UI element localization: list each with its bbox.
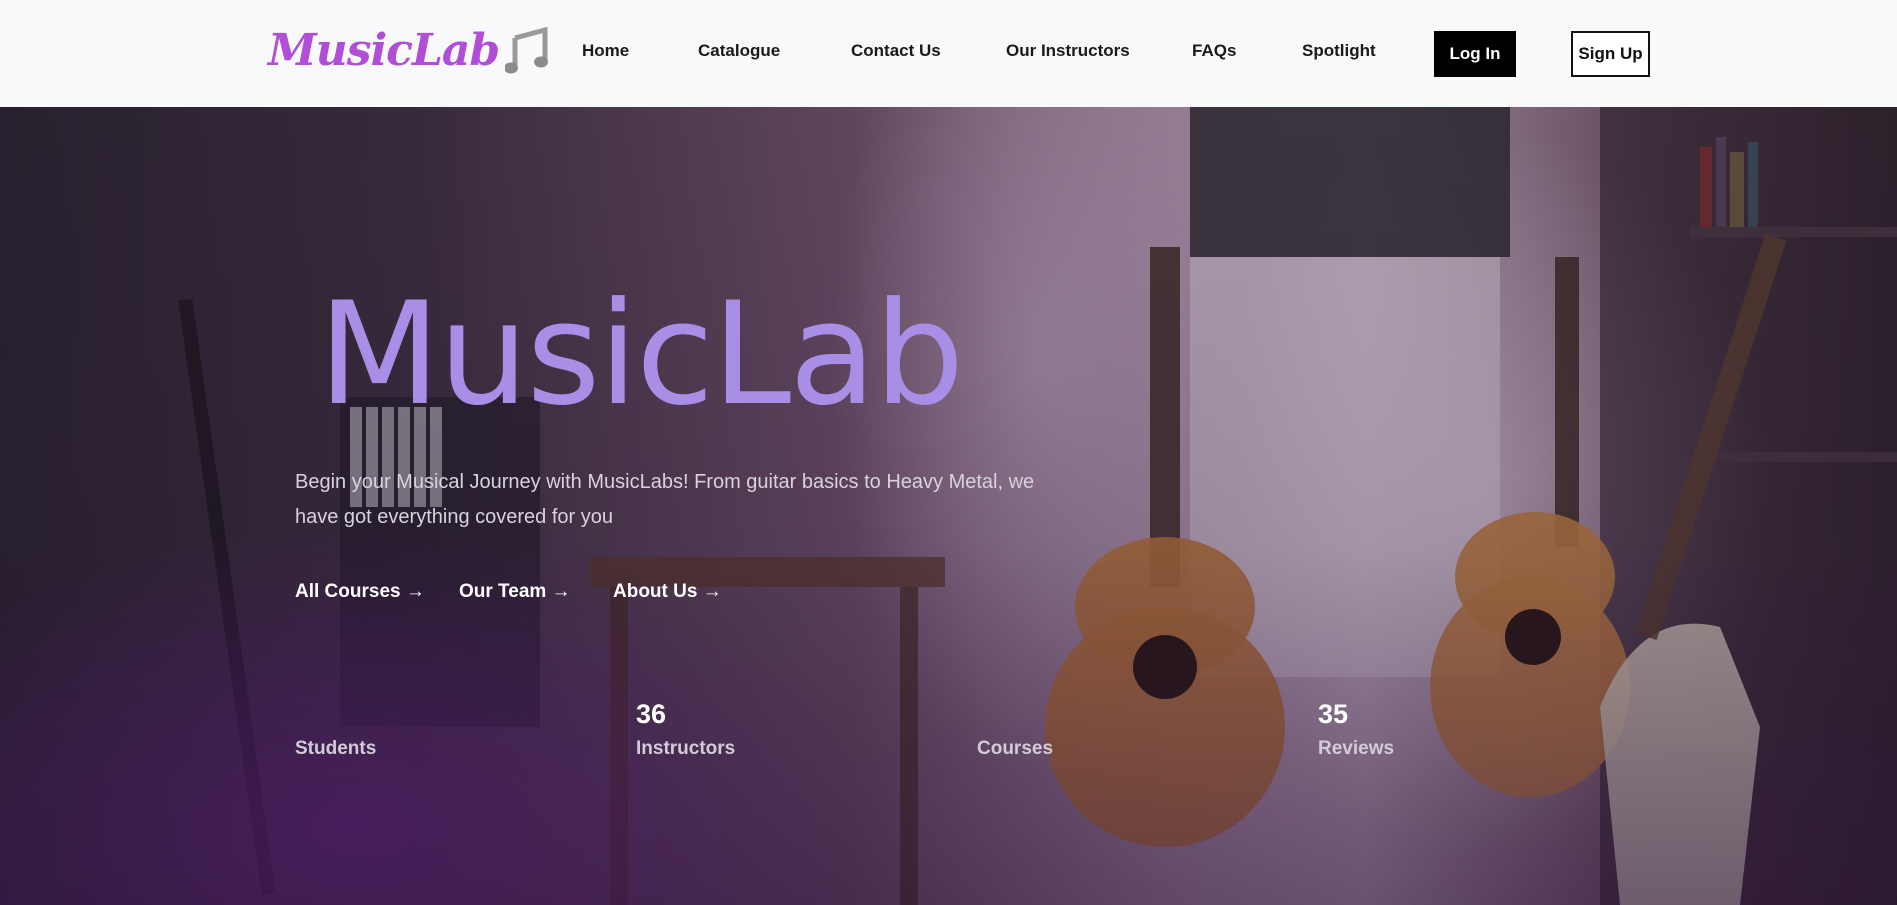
sign-up-button[interactable]: Sign Up: [1571, 31, 1650, 77]
stat-reviews-label: Reviews: [1318, 738, 1395, 759]
nav-home[interactable]: Home: [582, 41, 629, 61]
nav-faqs[interactable]: FAQs: [1192, 41, 1236, 61]
hero-description: Begin your Musical Journey with MusicLab…: [295, 471, 1035, 528]
music-note-icon: [505, 26, 549, 74]
our-team-link[interactable]: Our Team →: [459, 581, 571, 603]
nav-spotlight[interactable]: Spotlight: [1302, 41, 1376, 61]
stat-instructors-label: Instructors: [636, 738, 736, 759]
hero-title: MusicLab: [318, 272, 964, 437]
stat-instructors-value: 36: [636, 699, 667, 729]
hero-section: MusicLab Begin your Musical Journey with…: [0, 107, 1897, 905]
stat-students-label: Students: [295, 738, 377, 759]
nav-catalogue[interactable]: Catalogue: [698, 41, 780, 61]
top-navbar: MusicLab Home Catalogue Contact Us Our I…: [0, 0, 1897, 107]
all-courses-link[interactable]: All Courses →: [295, 581, 425, 603]
about-us-link[interactable]: About Us →: [613, 581, 722, 603]
nav-contact-us[interactable]: Contact Us: [851, 41, 941, 61]
logo-text: MusicLab: [268, 24, 500, 76]
stat-courses-label: Courses: [977, 738, 1054, 759]
stat-reviews-value: 35: [1318, 699, 1349, 729]
brand-logo[interactable]: MusicLab: [268, 20, 551, 80]
log-in-button[interactable]: Log In: [1434, 31, 1516, 77]
nav-our-instructors[interactable]: Our Instructors: [1006, 41, 1130, 61]
